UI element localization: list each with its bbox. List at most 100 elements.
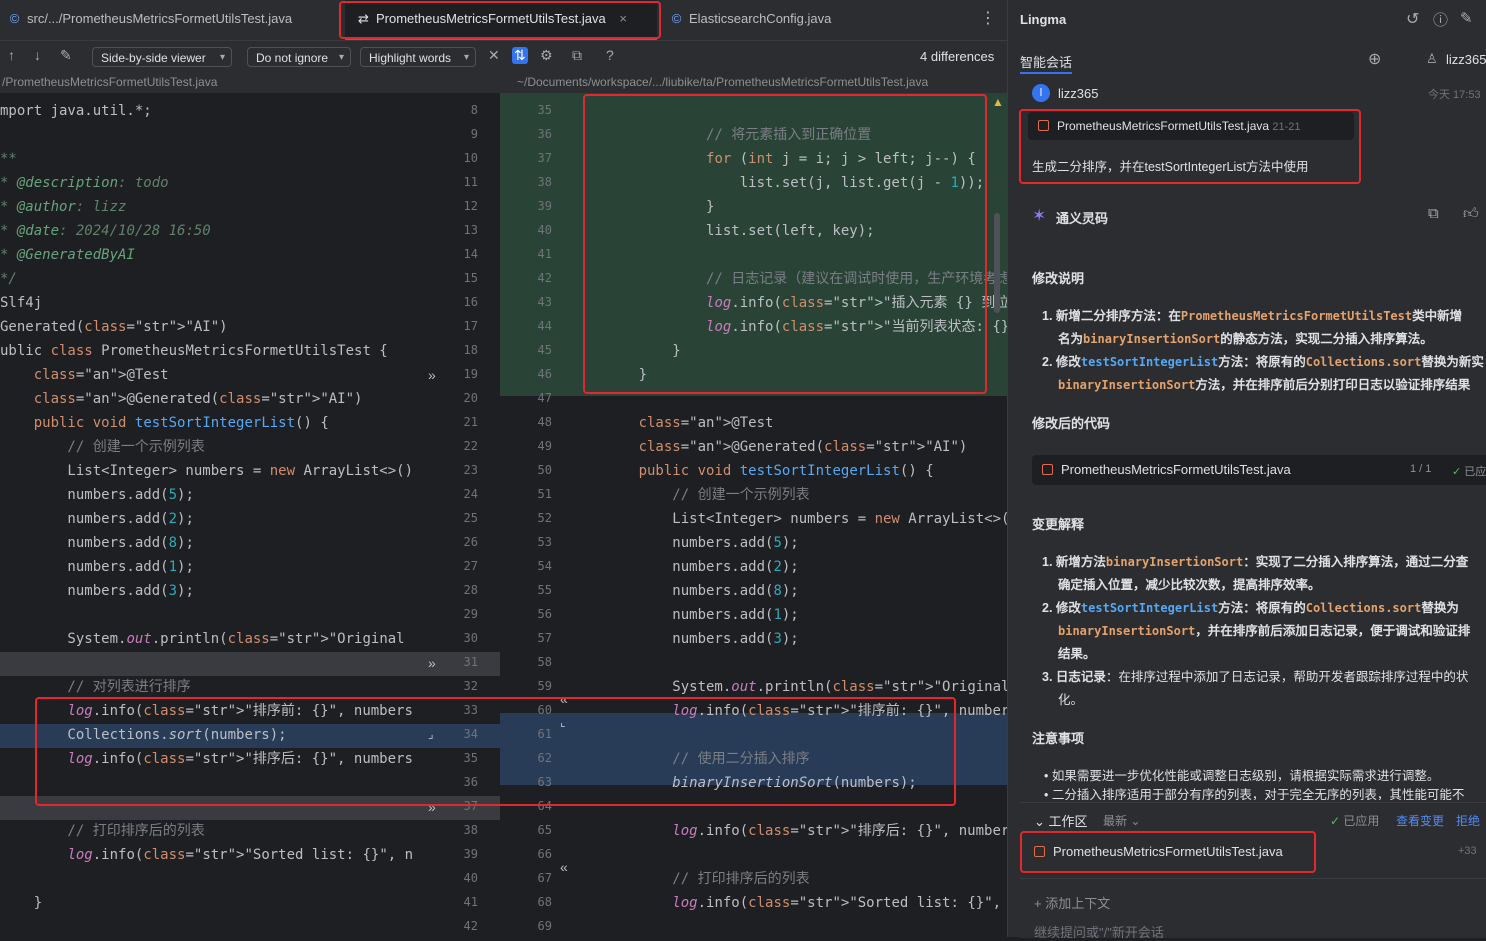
- code-file-card[interactable]: PrometheusMetricsFormetUtilsTest.java 1 …: [1032, 455, 1486, 485]
- tab-diff-active[interactable]: ⇄ PrometheusMetricsFormetUtilsTest.java ×: [345, 0, 657, 40]
- line-number: 65: [537, 823, 552, 837]
- code-line: numbers.add(1);: [0, 559, 194, 575]
- code-line: // 使用二分插入排序: [588, 751, 810, 767]
- list-item-cont: 结果。: [1058, 647, 1096, 661]
- new-chat-icon[interactable]: ⊕: [1368, 49, 1381, 69]
- line-number: 28: [463, 583, 478, 597]
- apply-change-icon[interactable]: »: [428, 799, 436, 815]
- code-line: numbers.add(5);: [0, 487, 194, 503]
- tab-left-file[interactable]: © src/.../PrometheusMetricsFormetUtilsTes…: [8, 0, 292, 40]
- line-number: 36: [463, 775, 478, 789]
- left-path: /PrometheusMetricsFormetUtilsTest.java: [2, 75, 218, 89]
- line-number: 22: [463, 439, 478, 453]
- line-number: 45: [537, 343, 552, 357]
- note-clip: • 二分插入排序适用于部分有序的列表，对于完全无序的列表，其性能可能不: [1020, 786, 1486, 800]
- reference-file-chip[interactable]: PrometheusMetricsFormetUtilsTest.java 21…: [1028, 112, 1354, 140]
- warning-icon[interactable]: ▲: [992, 95, 1004, 109]
- view-changes-link[interactable]: 查看变更: [1396, 812, 1444, 829]
- external-icon[interactable]: ⧉: [572, 47, 582, 64]
- edit-icon[interactable]: ✎: [60, 47, 72, 64]
- line-number: 35: [463, 751, 478, 765]
- workspace-file[interactable]: PrometheusMetricsFormetUtilsTest.java +3…: [1028, 835, 1486, 869]
- line-number: 21: [463, 415, 478, 429]
- right-editor[interactable]: // 将元素插入到正确位置 for (int j = i; j > left; …: [588, 93, 1007, 937]
- workspace-toggle[interactable]: ⌄ 工作区: [1034, 811, 1088, 830]
- user-icon[interactable]: ♙: [1426, 51, 1438, 67]
- add-context-button[interactable]: + 添加上下文: [1034, 893, 1110, 912]
- close-tab-icon[interactable]: ×: [619, 11, 627, 26]
- active-tab-indicator: [1020, 72, 1072, 74]
- code-line: log.info(class="str">"Sorted list: {}", …: [672, 895, 1002, 911]
- line-number: 20: [463, 391, 478, 405]
- line-number: 34: [463, 727, 478, 741]
- code-line: }: [588, 343, 681, 359]
- next-diff-icon[interactable]: ↓: [34, 47, 41, 63]
- revert-change-icon[interactable]: «: [560, 859, 568, 875]
- line-number: 31: [463, 655, 478, 669]
- code-line: * @author: lizz: [0, 199, 127, 215]
- differences-count: 4 differences: [920, 49, 995, 64]
- section-heading: 注意事项: [1032, 731, 1085, 746]
- line-number: 61: [537, 727, 552, 741]
- collapse-icon[interactable]: ✕: [488, 47, 500, 64]
- history-icon[interactable]: ↺: [1406, 9, 1419, 29]
- code-line: list.set(left, key);: [588, 223, 875, 239]
- list-item: 1. 新增方法binaryInsertionSort：实现了二分插入排序算法，通…: [1042, 555, 1469, 569]
- code-line: numbers.add(2);: [0, 511, 194, 527]
- revert-change-icon[interactable]: ⌞: [560, 715, 566, 729]
- line-number: 42: [537, 271, 552, 285]
- code-line: * @date: 2024/10/28 16:50: [0, 223, 211, 239]
- editor-tab-bar: © src/.../PrometheusMetricsFormetUtilsTes…: [0, 0, 1007, 41]
- line-number: 33: [463, 703, 478, 717]
- code-line: Generated(class="str">"AI"): [0, 319, 228, 335]
- help-icon[interactable]: ⓘ: [1433, 9, 1448, 30]
- help-icon[interactable]: ?: [606, 47, 614, 63]
- tab-chat[interactable]: 智能会话: [1020, 52, 1072, 71]
- list-item: 2. 修改testSortIntegerList方法：将原有的Collectio…: [1042, 355, 1484, 369]
- section-heading: 变更解释: [1032, 517, 1085, 532]
- settings-icon[interactable]: ⚙: [540, 47, 553, 64]
- code-line: System.out.println(class="str">"Original…: [588, 679, 1007, 695]
- line-number: 48: [537, 415, 552, 429]
- code-line: }: [588, 367, 648, 383]
- code-line: log.info(class="str">"排序后: {}", numbers)…: [672, 823, 1007, 839]
- list-item-cont: 名为binaryInsertionSort的静态方法，实现二分插入排序算法。: [1058, 332, 1433, 346]
- sync-scroll-icon[interactable]: ⇅: [512, 47, 528, 64]
- line-number: 54: [537, 559, 552, 573]
- chat-input[interactable]: 继续提问或"/"新开会话: [1034, 922, 1164, 941]
- line-number: 68: [537, 895, 552, 909]
- edit-icon[interactable]: ✎: [1460, 9, 1473, 27]
- code-line: */: [0, 271, 17, 287]
- message-user: lizz365: [1058, 86, 1099, 101]
- revert-change-icon[interactable]: «: [560, 691, 568, 707]
- more-tabs-icon[interactable]: ⋮: [980, 0, 996, 40]
- tab-elasticsearch-config[interactable]: © ElasticsearchConfig.java: [670, 0, 832, 40]
- thumbs-up-icon[interactable]: 👍︎: [1463, 205, 1479, 223]
- line-number: 27: [463, 559, 478, 573]
- line-number: 16: [463, 295, 478, 309]
- code-line: numbers.add(3);: [588, 631, 799, 647]
- scrollbar-thumb[interactable]: [994, 213, 1000, 313]
- latest-dropdown[interactable]: 最新 ⌄: [1103, 812, 1140, 829]
- highlight-dropdown[interactable]: Highlight words: [360, 47, 476, 68]
- viewer-dropdown[interactable]: Side-by-side viewer: [92, 47, 232, 68]
- line-number: 39: [537, 199, 552, 213]
- prev-diff-icon[interactable]: ↑: [8, 47, 15, 63]
- panel-username[interactable]: lizz365: [1446, 52, 1486, 67]
- copy-icon[interactable]: ⧉: [1428, 205, 1439, 222]
- code-line: class="an">@Test: [33, 367, 169, 383]
- left-editor[interactable]: mport java.util.*; ** * @description: todo…: [0, 93, 414, 937]
- code-line: log.info(class="str">"当前列表状态: {}", list)…: [706, 319, 1007, 335]
- apply-change-icon[interactable]: »: [428, 655, 436, 671]
- ignore-dropdown[interactable]: Do not ignore: [247, 47, 351, 68]
- lingma-panel: Lingma ↺ ⓘ ✎ 智能会话 ⊕ ♙ lizz365 l lizz365 …: [1007, 0, 1486, 940]
- right-gutter: 35 36 37 38 39 40 41 42 43 44 45 46 47 48 49 50 51 52 53 54…: [500, 93, 588, 937]
- code-line: // 将元素插入到正确位置: [588, 127, 872, 143]
- apply-change-icon[interactable]: »: [428, 367, 436, 383]
- message-time: 今天 17:53: [1428, 89, 1481, 101]
- line-number: 69: [537, 919, 552, 933]
- apply-change-icon[interactable]: ⌟: [428, 727, 434, 741]
- reject-link[interactable]: 拒绝: [1456, 812, 1480, 829]
